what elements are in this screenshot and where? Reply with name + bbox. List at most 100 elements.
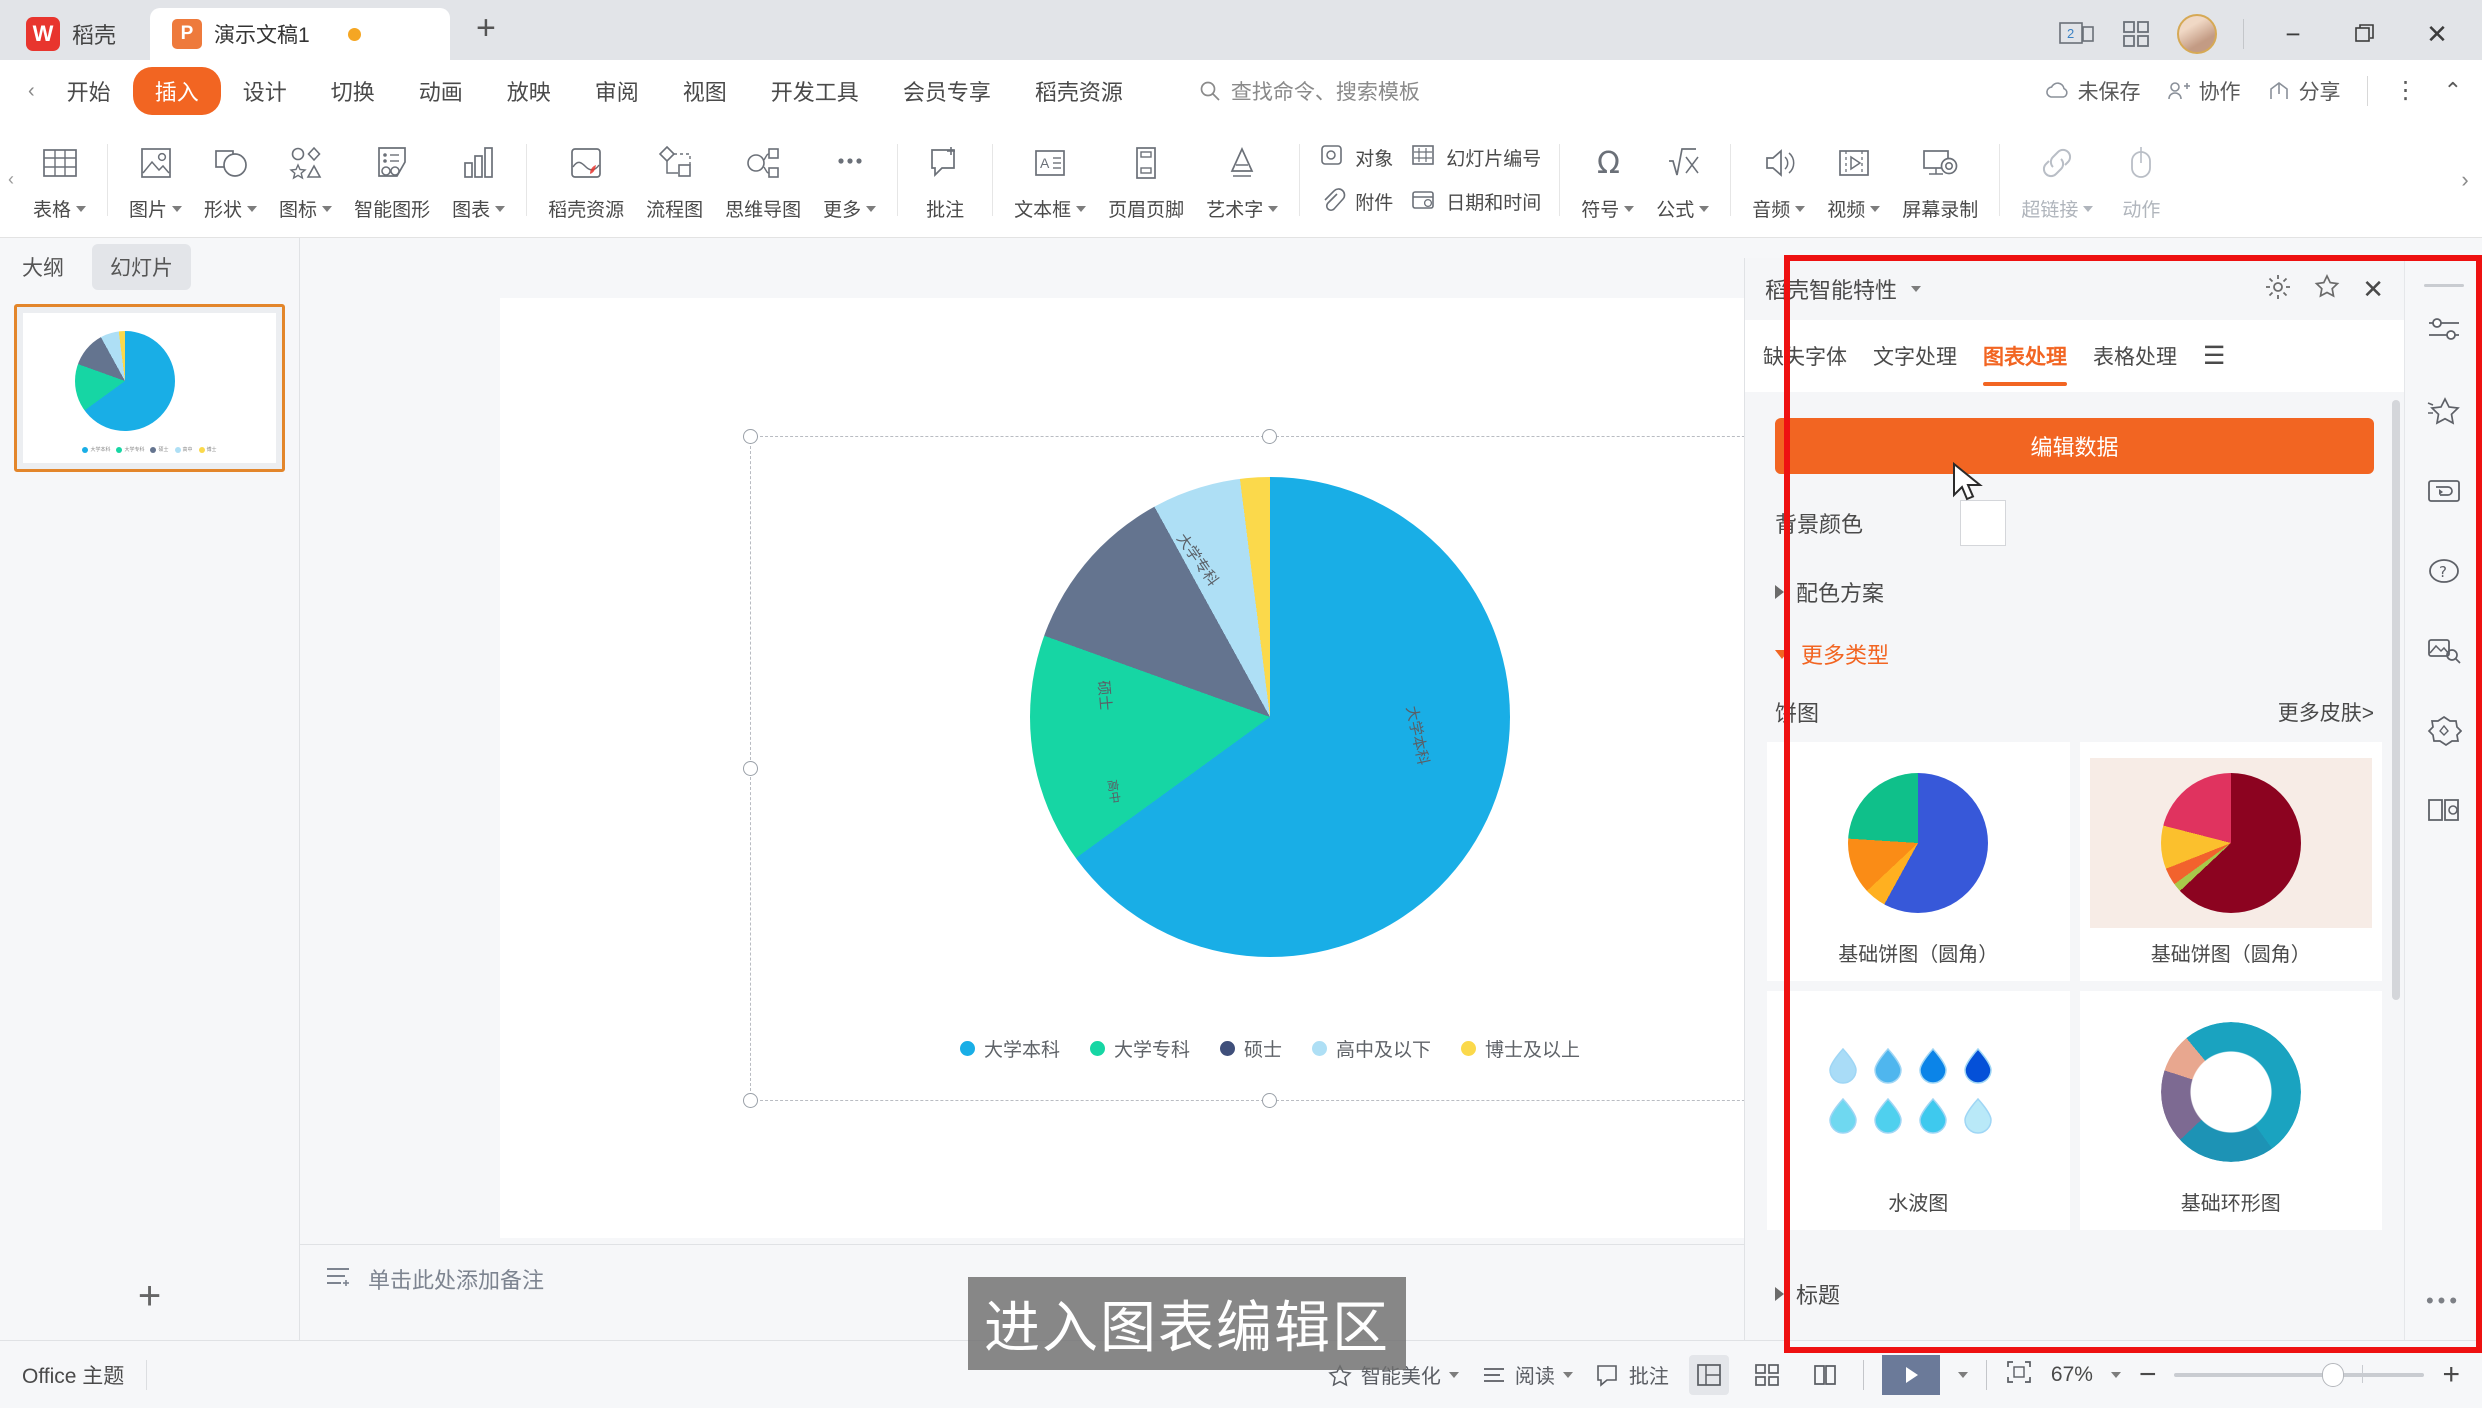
insert-symbol-button[interactable]: Ω 符号 <box>1570 128 1645 232</box>
wordart-button[interactable]: 艺术字 <box>1195 128 1289 232</box>
screen-record-button[interactable]: 屏幕录制 <box>1891 128 1989 232</box>
dual-screen-2-icon[interactable]: 2 <box>2059 19 2095 49</box>
search-input[interactable]: 查找命令、搜索模板 <box>1199 76 1420 106</box>
section-color-scheme[interactable]: 配色方案 <box>1745 546 2404 608</box>
ribbon-tab-4[interactable]: 动画 <box>397 67 485 115</box>
more-skins-link[interactable]: 更多皮肤> <box>2278 697 2374 727</box>
comment-button[interactable]: 批注 <box>1595 1360 1669 1389</box>
more-insert-button[interactable]: 更多 <box>812 128 887 232</box>
docer-resource-button[interactable]: 稻壳资源 <box>537 128 635 232</box>
legend-item-2[interactable]: 硕士 <box>1219 1035 1282 1062</box>
document-tab[interactable]: P 演示文稿1 <box>150 8 451 60</box>
insert-date-time-button[interactable]: 日期和时间 <box>1409 186 1541 218</box>
zoom-in-button[interactable]: + <box>2442 1358 2460 1392</box>
maximize-button[interactable] <box>2342 14 2388 54</box>
insert-smartart-button[interactable]: 智能图形 <box>343 128 441 232</box>
insert-icons-button[interactable]: 图标 <box>268 128 343 232</box>
zoom-out-button[interactable]: − <box>2139 1358 2157 1392</box>
ribbon-scroll-left-icon[interactable]: ‹ <box>18 80 45 103</box>
insert-video-button[interactable]: 视频 <box>1816 128 1891 232</box>
slide-surface[interactable]: 大学本科 大学专科 硕士 高中 大学本科 大学专科 硕士 高中及以下 博士及以上 <box>500 298 1790 1238</box>
play-chevron-down-icon[interactable] <box>1957 1371 1968 1378</box>
legend-item-4[interactable]: 博士及以上 <box>1461 1035 1580 1062</box>
fit-screen-icon[interactable] <box>2005 1359 2033 1390</box>
chevron-down-icon[interactable] <box>1911 286 1922 292</box>
header-footer-button[interactable]: 页眉页脚 <box>1097 128 1195 232</box>
hamburger-icon[interactable]: ☰ <box>2203 341 2225 371</box>
grid-apps-icon[interactable] <box>2121 19 2151 49</box>
sliders-icon[interactable] <box>2426 313 2462 350</box>
mindmap-button[interactable]: 思维导图 <box>714 128 812 232</box>
normal-view-icon[interactable] <box>1688 1354 1729 1395</box>
ribbon-tab-10[interactable]: 稻壳资源 <box>1013 67 1145 115</box>
insert-hyperlink-button[interactable]: 超链接 <box>2010 128 2104 232</box>
zoom-level[interactable]: 67% <box>2051 1363 2093 1387</box>
ribbon-tab-6[interactable]: 审阅 <box>573 67 661 115</box>
chevron-up-icon[interactable]: ⌃ <box>2444 78 2462 104</box>
image-tools-icon[interactable] <box>2426 635 2462 670</box>
section-title[interactable]: 标题 <box>1745 1230 2404 1310</box>
action-settings-button[interactable]: 动作 <box>2104 128 2178 232</box>
badge-icon[interactable] <box>2426 714 2462 751</box>
more-vertical-icon[interactable]: ⋮ <box>2394 78 2418 103</box>
insert-textbox-button[interactable]: A 文本框 <box>1003 128 1097 232</box>
pie-chart[interactable]: 大学本科 大学专科 硕士 高中 <box>1030 477 1510 957</box>
flowchart-button[interactable]: 流程图 <box>635 128 714 232</box>
ribbon-tab-5[interactable]: 放映 <box>485 67 573 115</box>
insert-audio-button[interactable]: 音频 <box>1741 128 1816 232</box>
slide-thumbnail-1[interactable]: 大学本科 大学专科 硕士 高中 博士 <box>14 304 285 472</box>
section-more-types[interactable]: 更多类型 <box>1745 608 2404 670</box>
close-icon[interactable]: ✕ <box>2362 274 2384 305</box>
ribbon-tab-0[interactable]: 开始 <box>45 67 133 115</box>
resize-handle-ml[interactable] <box>743 760 758 776</box>
insert-table-button[interactable]: 表格 <box>22 128 97 232</box>
legend-item-3[interactable]: 高中及以下 <box>1312 1035 1431 1062</box>
pie-graphic[interactable] <box>1030 477 1510 957</box>
resize-handle-bm[interactable] <box>1262 1093 1277 1108</box>
resize-handle-bl[interactable] <box>743 1093 758 1108</box>
gallery-card-0[interactable]: 基础饼图（圆角） <box>1767 742 2070 981</box>
play-button[interactable] <box>1881 1354 1940 1395</box>
help-question-icon[interactable]: ? <box>2426 556 2462 591</box>
minimize-button[interactable]: − <box>2270 14 2316 54</box>
toolbar-scroll-left-icon[interactable]: ‹ <box>0 169 22 190</box>
tab-text-processing[interactable]: 文字处理 <box>1873 320 1957 392</box>
ribbon-tab-3[interactable]: 切换 <box>309 67 397 115</box>
zoom-chevron-down-icon[interactable] <box>2110 1371 2121 1378</box>
collaborate-button[interactable]: 协作 <box>2167 76 2241 106</box>
tab-table-processing[interactable]: 表格处理 <box>2093 320 2177 392</box>
tab-missing-fonts[interactable]: 缺失字体 <box>1763 320 1847 392</box>
rail-grip[interactable] <box>2423 284 2464 287</box>
more-horizontal-icon[interactable]: ••• <box>2426 1288 2461 1314</box>
slides-tab[interactable]: 幻灯片 <box>92 244 191 290</box>
edit-data-button[interactable]: 编辑数据 <box>1775 418 2374 474</box>
gallery-card-2[interactable]: 水波图 <box>1767 991 2070 1230</box>
reading-button[interactable]: 阅读 <box>1481 1360 1573 1389</box>
share-button[interactable]: 分享 <box>2267 76 2341 106</box>
unsaved-status[interactable]: 未保存 <box>2044 76 2141 106</box>
tab-chart-processing[interactable]: 图表处理 <box>1983 320 2067 392</box>
insert-object-button[interactable]: 对象 <box>1318 142 1393 174</box>
legend-item-1[interactable]: 大学专科 <box>1089 1035 1190 1062</box>
insert-shapes-button[interactable]: 形状 <box>193 128 268 232</box>
gallery-card-1[interactable]: 基础饼图（圆角） <box>2079 742 2382 981</box>
ribbon-tab-8[interactable]: 开发工具 <box>749 67 881 115</box>
legend-item-0[interactable]: 大学本科 <box>959 1035 1060 1062</box>
insert-comment-button[interactable]: 批注 <box>908 128 982 232</box>
gallery-card-3[interactable]: 基础环形图 <box>2079 991 2382 1230</box>
ribbon-tab-1[interactable]: 插入 <box>132 67 221 115</box>
gear-icon[interactable] <box>2264 273 2292 306</box>
screen-cast-icon[interactable] <box>2426 477 2462 512</box>
close-button[interactable]: ✕ <box>2414 14 2460 54</box>
outline-tab[interactable]: 大纲 <box>4 244 82 290</box>
panel-scrollbar[interactable] <box>2392 400 2400 1000</box>
insert-chart-button[interactable]: 图表 <box>441 128 516 232</box>
chart-selection-frame[interactable]: 大学本科 大学专科 硕士 高中 大学本科 大学专科 硕士 高中及以下 博士及以上 <box>743 429 1790 1108</box>
zoom-slider[interactable] <box>2174 1362 2425 1387</box>
insert-attachment-button[interactable]: 附件 <box>1318 186 1393 218</box>
resize-handle-tl[interactable] <box>743 429 758 444</box>
new-tab-button[interactable]: + <box>450 9 522 52</box>
toolbar-scroll-right-icon[interactable]: › <box>2452 122 2478 237</box>
ribbon-tab-2[interactable]: 设计 <box>221 67 309 115</box>
ribbon-tab-7[interactable]: 视图 <box>661 67 749 115</box>
